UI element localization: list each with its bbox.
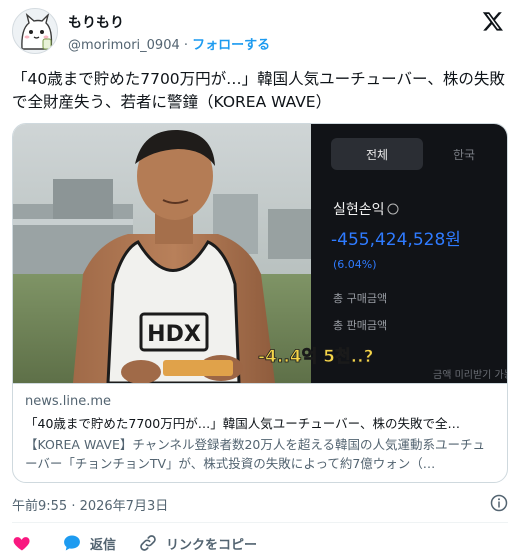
heart-icon [13,537,30,551]
user-handle[interactable]: @morimori_0904 [68,38,180,53]
separator-dot: · [183,38,189,53]
card-description: 【KOREA WAVE】チャンネル登録者数20万人を超える韓国の人気運動系ユーチ… [25,437,485,471]
tweet-header: もりもり @morimori_0904 · フォローする [12,8,508,54]
reply-button[interactable]: 返信 [62,533,116,553]
link-card[interactable]: HDX 전체 한국 실현손익 -455,424,528원 (6.04%) 총 구… [12,123,508,483]
like-button[interactable] [12,533,40,553]
tweet-timestamp[interactable]: 午前9:55 · 2026年7月3日 [12,495,168,514]
follow-button[interactable]: フォローする [192,38,270,53]
pl-value: -455,424,528원 [331,230,461,250]
video-still: HDX 전체 한국 실현손익 -455,424,528원 (6.04%) 총 구… [13,124,508,383]
info-icon[interactable] [490,494,508,512]
tweet-text: 「40歳まで貯めた7700万円が…」韓国人気ユーチューバー、株の失敗で全財産失う… [12,70,505,111]
x-logo-icon[interactable] [482,10,504,32]
copy-link-button[interactable]: リンクをコピー [138,533,257,553]
subtitle-bg-text: 금액 미리받기 가능 [433,369,508,381]
reply-label: 返信 [90,537,117,553]
card-title[interactable]: 「40歳まで貯めた7700万円が…」韓国人気ユーチューバー、株の失敗で全… [25,414,497,433]
reply-bubble-icon [64,535,80,551]
tab-korea: 한국 [453,148,475,162]
card-meta[interactable]: news.line.me 「40歳まで貯めた7700万円が…」韓国人気ユーチュー… [13,383,507,482]
pl-percent: (6.04%) [333,258,377,271]
sell-total-label: 총 판매금액 [333,319,387,332]
copy-link-label: リンクをコピー [166,537,258,553]
cat-avatar-icon [13,9,57,53]
divider [12,522,508,523]
buy-total-label: 총 구매금액 [333,292,387,305]
card-image[interactable]: HDX 전체 한국 실현손익 -455,424,528원 (6.04%) 총 구… [13,124,508,383]
display-name[interactable]: もりもり [68,12,124,32]
avatar[interactable] [12,8,58,54]
video-subtitle: -4..4억 5천..? [258,347,373,367]
card-domain: news.line.me [25,394,112,409]
pl-label: 실현손익 [333,202,385,218]
shirt-logo-text: HDX [147,322,201,347]
link-icon [140,535,156,551]
tab-all: 전체 [366,148,388,162]
handle-row: @morimori_0904 · フォローする [68,34,270,53]
action-bar: 返信 リンクをコピー [12,530,279,556]
